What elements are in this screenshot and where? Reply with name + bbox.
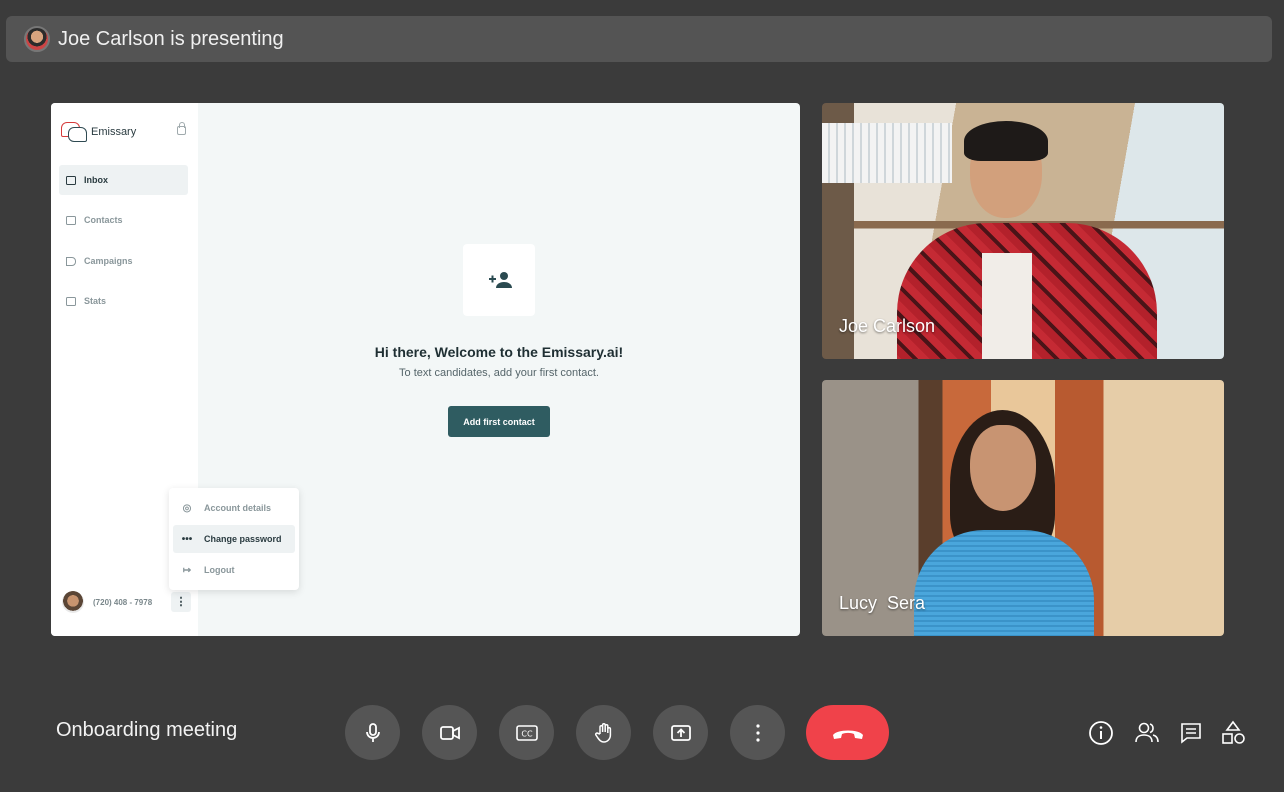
people-button[interactable] xyxy=(1133,719,1161,747)
captions-button[interactable]: CC xyxy=(499,705,554,760)
lock-icon xyxy=(177,122,186,135)
presenter-avatar xyxy=(24,26,50,52)
presenter-banner: Joe Carlson is presenting xyxy=(6,16,1272,62)
info-button[interactable] xyxy=(1087,719,1115,747)
user-phone: (720) 408 - 7978 xyxy=(93,597,153,607)
participant-shirt xyxy=(982,253,1032,359)
add-person-icon xyxy=(489,272,512,288)
microphone-icon xyxy=(365,722,380,742)
end-call-button[interactable] xyxy=(806,705,889,760)
brand: Emissary xyxy=(61,122,136,142)
participant-name: Joe Carlson xyxy=(839,316,936,336)
emissary-logo xyxy=(61,122,87,142)
chat-button[interactable] xyxy=(1177,719,1205,747)
captions-icon: CC xyxy=(515,724,538,741)
present-screen-button[interactable] xyxy=(653,705,708,760)
raise-hand-button[interactable] xyxy=(576,705,631,760)
menu-item-change-password[interactable]: ••• Change password xyxy=(173,525,295,553)
menu-item-logout[interactable]: ↦ Logout xyxy=(173,556,295,584)
nav-item-stats[interactable]: Stats xyxy=(59,286,188,316)
brand-name: Emissary xyxy=(91,126,137,138)
present-screen-icon xyxy=(670,724,691,741)
activities-button[interactable] xyxy=(1219,719,1247,747)
add-first-contact-button[interactable]: Add first contact xyxy=(448,406,550,437)
user-menu-button[interactable]: ⋮ xyxy=(171,592,191,612)
participant-face xyxy=(970,425,1036,511)
info-icon xyxy=(1089,721,1113,745)
raise-hand-icon xyxy=(594,722,611,743)
account-icon: ◎ xyxy=(182,502,192,514)
svg-text:CC: CC xyxy=(521,729,533,738)
nav-item-label: Contacts xyxy=(84,215,123,225)
account-popup-menu: ◎ Account details ••• Change password ↦ … xyxy=(169,488,299,590)
megaphone-icon xyxy=(66,256,76,266)
user-row: (720) 408 - 7978 xyxy=(62,591,152,613)
presenter-text: Joe Carlson is presenting xyxy=(58,27,284,50)
camera-button[interactable] xyxy=(422,705,477,760)
logout-icon: ↦ xyxy=(182,564,192,576)
participant-tile-joe[interactable]: Joe Carlson xyxy=(822,103,1224,359)
meeting-window: Joe Carlson is presenting Emissary Inbox… xyxy=(0,0,1284,792)
menu-item-label: Change password xyxy=(204,534,282,544)
menu-item-label: Logout xyxy=(204,565,235,575)
shared-screen: Emissary Inbox Contacts Campaigns Stats xyxy=(51,103,800,636)
participant-tile-lucy[interactable]: Lucy Sera xyxy=(822,380,1224,636)
contacts-icon xyxy=(66,215,76,225)
more-options-button[interactable] xyxy=(730,705,785,760)
microphone-button[interactable] xyxy=(345,705,400,760)
menu-item-account-details[interactable]: ◎ Account details xyxy=(173,494,295,522)
participant-body xyxy=(914,530,1094,636)
chat-icon xyxy=(1181,723,1201,744)
meeting-title: Onboarding meeting xyxy=(56,719,238,741)
nav-item-inbox[interactable]: Inbox xyxy=(59,165,188,195)
nav-item-label: Inbox xyxy=(84,175,108,185)
stats-icon xyxy=(66,296,76,306)
hang-up-icon xyxy=(832,730,863,739)
participant-name: Lucy Sera xyxy=(839,593,926,613)
participant-hair xyxy=(964,121,1048,161)
more-options-icon xyxy=(755,723,760,742)
welcome-title: Hi there, Welcome to the Emissary.ai! xyxy=(374,344,624,360)
password-icon: ••• xyxy=(181,533,193,545)
nav-item-contacts[interactable]: Contacts xyxy=(59,205,188,235)
menu-item-label: Account details xyxy=(204,503,272,513)
camera-icon xyxy=(439,725,460,740)
inbox-icon xyxy=(66,175,76,185)
people-icon xyxy=(1135,722,1159,743)
nav-item-campaigns[interactable]: Campaigns xyxy=(59,246,188,276)
empty-state-card xyxy=(463,244,535,316)
nav-item-label: Stats xyxy=(84,296,107,306)
nav-item-label: Campaigns xyxy=(84,256,133,266)
bookshelf xyxy=(822,123,952,183)
welcome-subtitle: To text candidates, add your first conta… xyxy=(399,367,599,379)
avatar xyxy=(62,591,84,613)
activities-icon xyxy=(1222,720,1245,744)
